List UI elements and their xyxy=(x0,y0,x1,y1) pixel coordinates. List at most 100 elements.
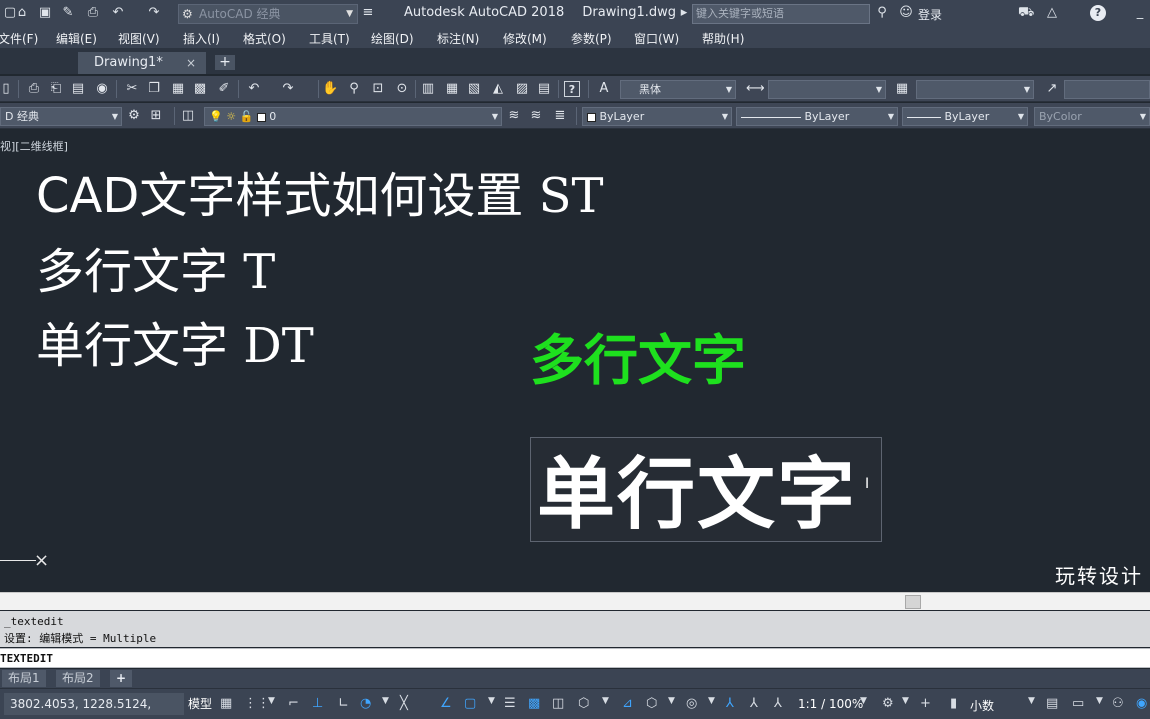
dim-style-icon[interactable]: ⟷ xyxy=(746,81,765,97)
help-icon[interactable]: ? xyxy=(564,81,580,97)
text-edit-content[interactable]: 单行文字 xyxy=(537,432,857,544)
properties-icon[interactable]: ▥ xyxy=(420,81,436,97)
chevron-down-icon[interactable]: ▼ xyxy=(382,696,389,706)
zoom-previous-icon[interactable]: ⊙ xyxy=(394,81,410,97)
menu-insert[interactable]: 插入(I) xyxy=(183,30,220,47)
scrollbar-thumb[interactable] xyxy=(905,595,921,609)
layer-previous-icon[interactable]: ≋ xyxy=(528,108,544,124)
login-button[interactable]: 登录 xyxy=(918,6,942,23)
chevron-down-icon[interactable]: ▼ xyxy=(708,696,715,706)
make-current-icon[interactable]: ≋ xyxy=(506,108,522,124)
zoom-realtime-icon[interactable]: ⚲ xyxy=(346,81,362,97)
lineweight-combo[interactable]: ByLayer ▼ xyxy=(902,107,1028,126)
redo-icon[interactable]: ↷ xyxy=(280,81,296,97)
chevron-down-icon[interactable]: ▼ xyxy=(860,696,867,706)
table-style-combo[interactable]: ▼ xyxy=(916,80,1034,99)
plotstyle-combo[interactable]: ByColor ▼ xyxy=(1034,107,1150,126)
zoom-window-icon[interactable]: ⊡ xyxy=(370,81,386,97)
network-icon[interactable]: △ xyxy=(1044,5,1060,21)
tab-drawing1[interactable]: Drawing1* × xyxy=(78,52,206,74)
menu-dimension[interactable]: 标注(N) xyxy=(437,30,479,47)
menu-edit[interactable]: 编辑(E) xyxy=(56,30,97,47)
chevron-down-icon[interactable]: ▼ xyxy=(602,696,609,706)
add-layout-button[interactable]: + xyxy=(110,670,133,687)
text-style-combo[interactable]: 黑体 ▼ xyxy=(620,80,736,99)
quick-properties-icon[interactable]: ▤ xyxy=(1046,696,1058,711)
workspace-combo[interactable]: D 经典 ▼ xyxy=(0,107,122,126)
isolate-objects-icon[interactable]: ⚇ xyxy=(1112,696,1124,711)
3d-dwf-icon[interactable]: ◉ xyxy=(94,81,110,97)
layer-state-icon[interactable]: ≣ xyxy=(552,108,568,124)
save-as-icon[interactable]: ✎ xyxy=(60,5,76,21)
ortho-icon[interactable]: ∟ xyxy=(338,696,349,711)
user-icon[interactable]: ☺ xyxy=(898,5,914,21)
dynamic-ucs-icon[interactable]: ⊿ xyxy=(622,696,633,711)
model-space-button[interactable]: 模型 xyxy=(188,695,212,712)
command-input[interactable]: TEXTEDIT xyxy=(0,648,1150,668)
polar-tracking-icon[interactable]: ◔ xyxy=(360,696,371,711)
new-icon[interactable]: ▯ xyxy=(0,81,14,97)
menu-view[interactable]: 视图(V) xyxy=(118,30,160,47)
transparency-icon[interactable]: ▩ xyxy=(528,696,540,711)
cart-icon[interactable]: ⛟ xyxy=(1018,5,1034,21)
layer-properties-icon[interactable]: ⊞ xyxy=(148,108,164,124)
design-center-icon[interactable]: ▦ xyxy=(444,81,460,97)
tab-layout1[interactable]: 布局1 xyxy=(2,670,46,687)
lock-ui-icon[interactable]: ▭ xyxy=(1072,696,1084,711)
match-properties-icon[interactable]: ✐ xyxy=(216,81,232,97)
search-input[interactable]: 键入关键字或短语 xyxy=(692,4,870,24)
paste-block-icon[interactable]: ▩ xyxy=(192,81,208,97)
chevron-down-icon[interactable]: ▼ xyxy=(902,696,909,706)
close-tab-icon[interactable]: × xyxy=(186,52,196,74)
text-style-icon[interactable]: A xyxy=(596,81,612,97)
dynamic-input-icon[interactable]: ⊥ xyxy=(312,696,323,711)
undo-icon[interactable]: ↶ xyxy=(110,5,126,21)
gizmo-icon[interactable]: ◎ xyxy=(686,696,697,711)
menu-file[interactable]: 文件(F) xyxy=(0,30,38,47)
print-icon[interactable]: ⎙ xyxy=(85,5,101,21)
multileader-style-icon[interactable]: ↗ xyxy=(1044,81,1060,97)
preview-icon[interactable]: ⎗ xyxy=(48,81,64,97)
3d-object-snap-icon[interactable]: ⬡ xyxy=(578,696,589,711)
workspace-switch-icon[interactable]: ⚙ xyxy=(882,696,894,711)
menu-modify[interactable]: 修改(M) xyxy=(503,30,547,47)
markup-icon[interactable]: ▨ xyxy=(514,81,530,97)
menu-tools[interactable]: 工具(T) xyxy=(309,30,350,47)
dim-style-combo[interactable]: ▼ xyxy=(768,80,886,99)
annotation-scale-value[interactable]: 1:1 / 100% xyxy=(798,697,863,711)
chevron-down-icon[interactable]: ▼ xyxy=(1028,696,1035,706)
units-icon[interactable]: ▮ xyxy=(950,696,957,711)
open-file-icon[interactable]: ⌂ xyxy=(14,5,30,21)
tool-palettes-icon[interactable]: ▧ xyxy=(466,81,482,97)
drawing-canvas[interactable]: 视][二维线框] CAD文字样式如何设置 ST 多行文字 T 单行文字 DT 多… xyxy=(0,130,1150,592)
annotation-scale-icon[interactable]: ⅄ xyxy=(774,696,782,711)
chevron-down-icon[interactable]: ▼ xyxy=(488,696,495,706)
selection-filter-icon[interactable]: ⬡ xyxy=(646,696,657,711)
plot-icon[interactable]: ⎙ xyxy=(26,81,42,97)
menu-help[interactable]: 帮助(H) xyxy=(702,30,744,47)
color-combo[interactable]: ByLayer ▼ xyxy=(582,107,732,126)
isometric-icon[interactable]: ╳ xyxy=(400,696,408,711)
customize-icon[interactable]: ≡ xyxy=(360,5,376,21)
text-edit-box[interactable]: 单行文字 I xyxy=(530,437,882,542)
binoculars-icon[interactable]: ⚲ xyxy=(874,5,890,21)
annotation-monitor-icon[interactable]: + xyxy=(920,696,931,711)
undo-icon[interactable]: ↶ xyxy=(246,81,262,97)
snap-icon[interactable]: ⋮⋮ xyxy=(244,696,270,711)
multileader-style-combo[interactable] xyxy=(1064,80,1150,99)
layer-combo[interactable]: 💡 ☼ 🔓 0 ▼ xyxy=(204,107,502,126)
chevron-down-icon[interactable]: ▼ xyxy=(1096,696,1103,706)
infer-constraints-icon[interactable]: ⌐ xyxy=(288,696,299,711)
pan-icon[interactable]: ✋ xyxy=(322,81,338,97)
calculator-icon[interactable]: ▤ xyxy=(536,81,552,97)
paste-icon[interactable]: ▦ xyxy=(170,81,186,97)
settings-icon[interactable]: ⚙ xyxy=(126,108,142,124)
units-value[interactable]: 小数 xyxy=(970,697,994,714)
layer-manager-icon[interactable]: ◫ xyxy=(180,108,196,124)
lineweight-icon[interactable]: ☰ xyxy=(504,696,516,711)
chevron-down-icon[interactable]: ▼ xyxy=(268,696,275,706)
coordinates-readout[interactable]: 3802.4053, 1228.5124, 0.0000 xyxy=(4,693,184,715)
table-style-icon[interactable]: ▦ xyxy=(894,81,910,97)
workspace-dropdown[interactable]: ⚙ AutoCAD 经典 ▼ xyxy=(178,4,358,24)
green-mtext-object[interactable]: 多行文字 xyxy=(530,316,746,395)
